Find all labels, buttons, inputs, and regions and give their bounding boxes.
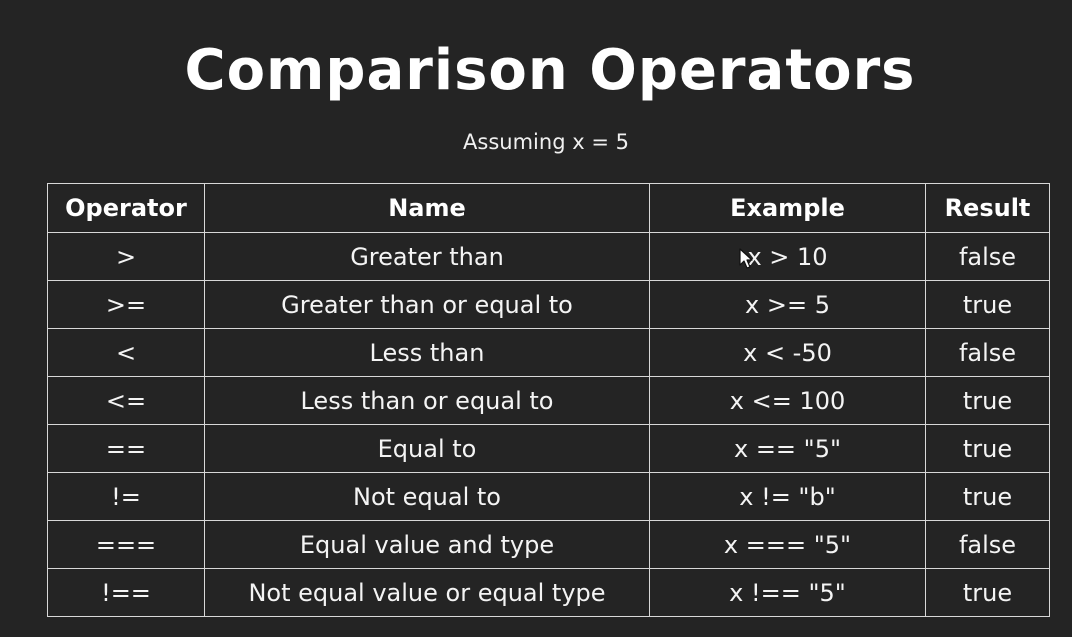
cell-name: Less than or equal to (204, 376, 650, 425)
cell-example: x != "b" (649, 472, 926, 521)
cell-operator: <= (47, 376, 205, 425)
header-name: Name (204, 183, 650, 233)
table-row: !== Not equal value or equal type x !== … (47, 568, 1050, 617)
header-result: Result (925, 183, 1050, 233)
page-subtitle: Assuming x = 5 (463, 130, 629, 154)
cell-result: true (925, 280, 1050, 329)
table-row: != Not equal to x != "b" true (47, 472, 1050, 521)
cell-example: x == "5" (649, 424, 926, 473)
cell-name: Not equal value or equal type (204, 568, 650, 617)
table-row: > Greater than x > 10 false (47, 232, 1050, 281)
cell-operator: != (47, 472, 205, 521)
cell-name: Equal to (204, 424, 650, 473)
cell-operator: > (47, 232, 205, 281)
cell-example: x < -50 (649, 328, 926, 377)
slide: Comparison Operators Assuming x = 5 Oper… (0, 0, 1072, 637)
cell-name: Greater than or equal to (204, 280, 650, 329)
cell-operator: >= (47, 280, 205, 329)
cell-name: Less than (204, 328, 650, 377)
cell-name: Greater than (204, 232, 650, 281)
cell-example: x >= 5 (649, 280, 926, 329)
cell-operator: === (47, 520, 205, 569)
cell-result: false (925, 232, 1050, 281)
cell-example: x !== "5" (649, 568, 926, 617)
header-example: Example (649, 183, 926, 233)
comparison-operators-table: Operator Name Example Result > Greater t… (47, 183, 1050, 617)
cell-result: true (925, 472, 1050, 521)
header-operator: Operator (47, 183, 205, 233)
table-row: >= Greater than or equal to x >= 5 true (47, 280, 1050, 329)
cell-operator: < (47, 328, 205, 377)
cell-operator: !== (47, 568, 205, 617)
cell-result: true (925, 376, 1050, 425)
cell-result: true (925, 568, 1050, 617)
table-row: < Less than x < -50 false (47, 328, 1050, 377)
cell-result: false (925, 328, 1050, 377)
cell-name: Equal value and type (204, 520, 650, 569)
cell-result: false (925, 520, 1050, 569)
cell-example: x === "5" (649, 520, 926, 569)
table-header-row: Operator Name Example Result (47, 183, 1050, 233)
table-row: === Equal value and type x === "5" false (47, 520, 1050, 569)
cell-operator: == (47, 424, 205, 473)
cell-name: Not equal to (204, 472, 650, 521)
page-title: Comparison Operators (184, 38, 916, 103)
cell-example: x > 10 (649, 232, 926, 281)
table-row: == Equal to x == "5" true (47, 424, 1050, 473)
table-row: <= Less than or equal to x <= 100 true (47, 376, 1050, 425)
cell-example: x <= 100 (649, 376, 926, 425)
mouse-pointer-icon (739, 248, 753, 269)
cell-result: true (925, 424, 1050, 473)
